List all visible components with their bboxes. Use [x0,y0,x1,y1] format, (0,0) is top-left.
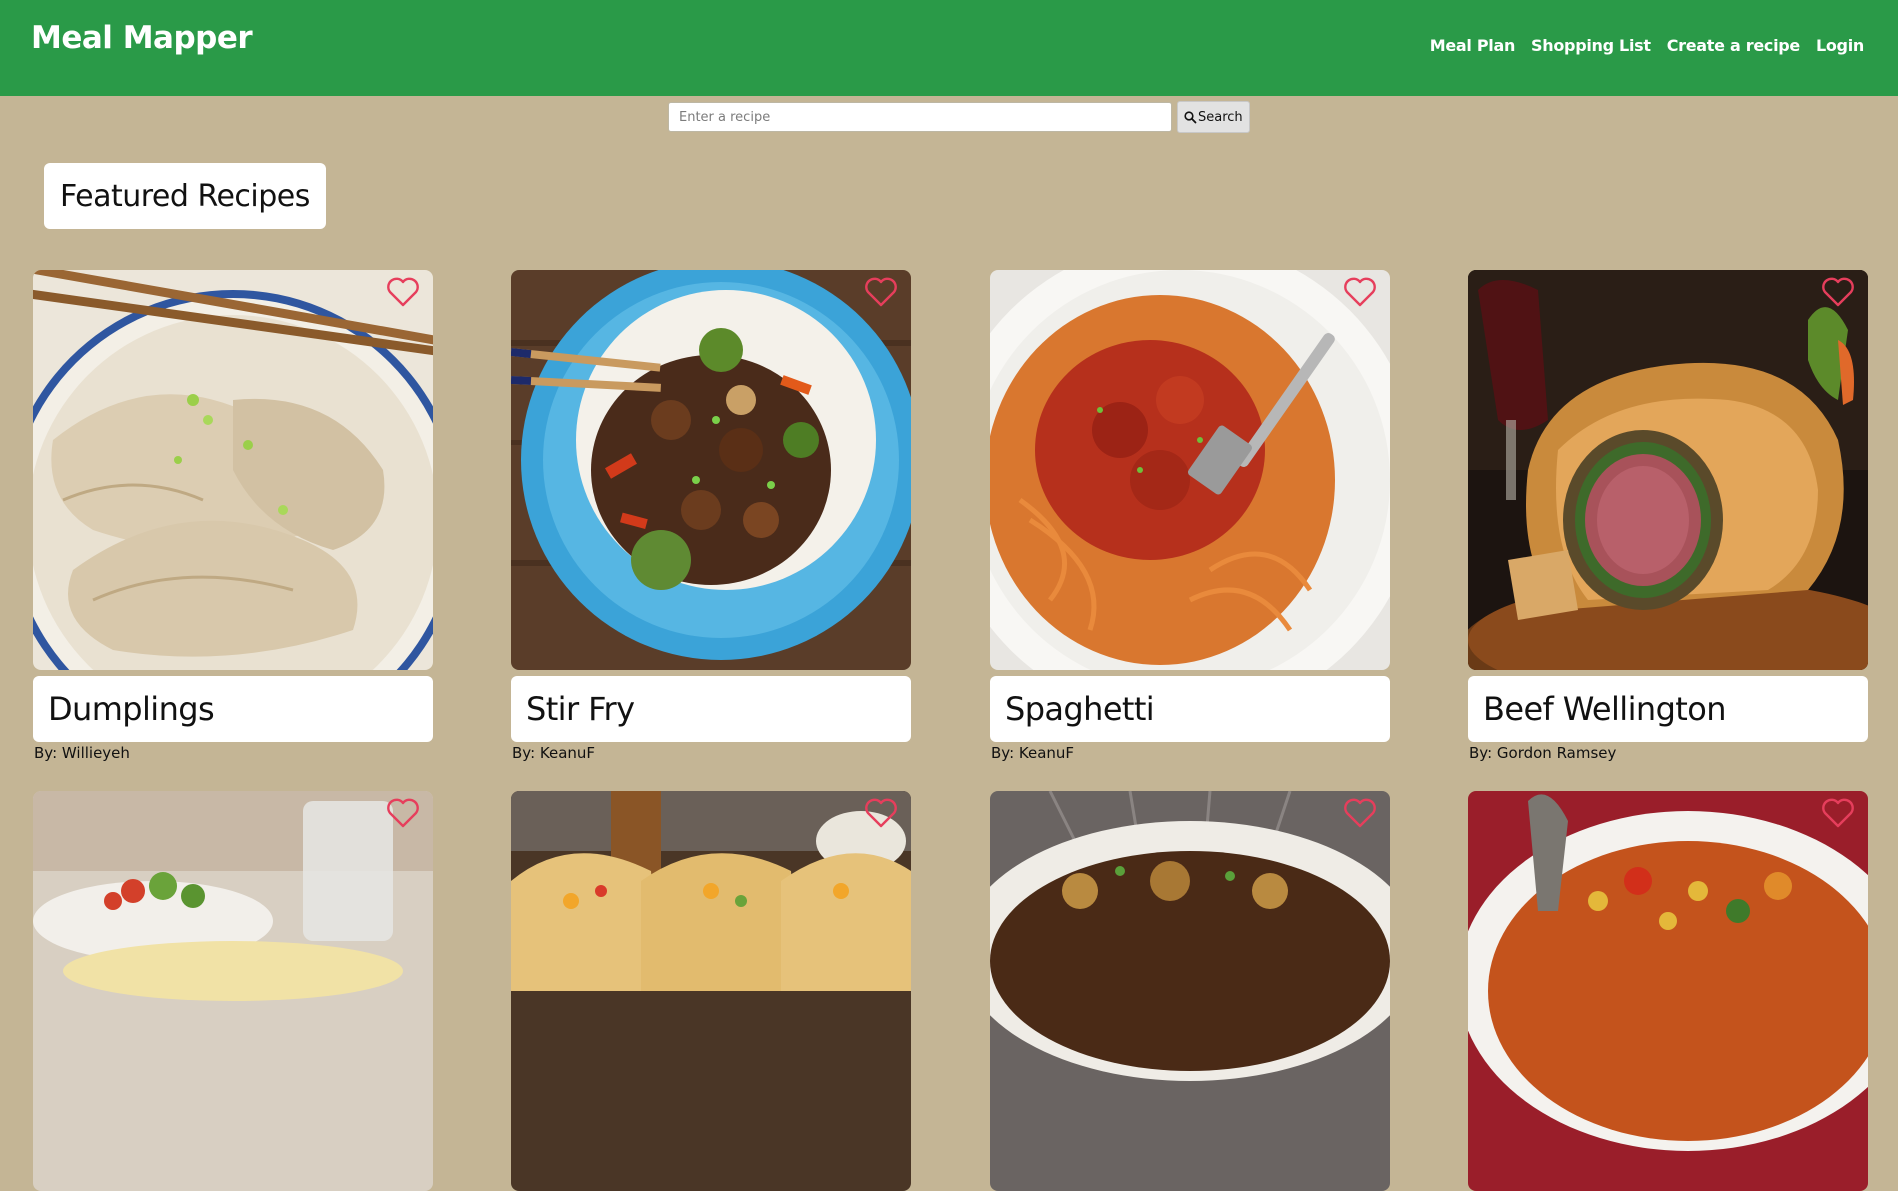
search-bar: Search [668,101,1250,133]
recipe-image[interactable] [511,791,911,1191]
recipe-card[interactable] [1468,791,1868,1191]
recipe-image[interactable] [33,791,433,1191]
recipe-title[interactable]: Beef Wellington [1468,676,1868,742]
recipe-card[interactable]: Stir Fry By: KeanuF [511,270,911,762]
favorite-heart-icon[interactable] [385,795,421,831]
favorite-heart-icon[interactable] [1342,795,1378,831]
recipe-image[interactable] [511,270,911,670]
recipe-title[interactable]: Spaghetti [990,676,1390,742]
recipe-image[interactable] [1468,791,1868,1191]
favorite-heart-icon[interactable] [1820,795,1856,831]
favorite-heart-icon[interactable] [1820,274,1856,310]
search-button-label: Search [1198,109,1243,125]
recipe-photo [33,791,433,1191]
navbar: Meal Mapper Meal Plan Shopping List Crea… [0,0,1898,96]
recipe-card[interactable] [990,791,1390,1191]
recipe-image[interactable] [1468,270,1868,670]
recipe-photo [990,791,1390,1191]
search-input[interactable] [668,102,1172,132]
recipe-card[interactable] [511,791,911,1191]
recipe-image[interactable] [990,791,1390,1191]
nav-links: Meal Plan Shopping List Create a recipe … [1430,36,1865,55]
dumplings-photo [33,270,433,670]
recipe-author: By: KeanuF [512,744,596,762]
recipe-card[interactable]: Beef Wellington By: Gordon Ramsey [1468,270,1868,762]
favorite-heart-icon[interactable] [863,795,899,831]
favorite-heart-icon[interactable] [385,274,421,310]
recipe-author: By: Gordon Ramsey [1469,744,1617,762]
nav-shopping-list[interactable]: Shopping List [1531,36,1651,55]
nav-meal-plan[interactable]: Meal Plan [1430,36,1516,55]
brand-logo[interactable]: Meal Mapper [31,20,253,56]
recipe-card[interactable] [33,791,433,1191]
recipe-title[interactable]: Stir Fry [511,676,911,742]
favorite-heart-icon[interactable] [1342,274,1378,310]
recipe-card[interactable]: Spaghetti By: KeanuF [990,270,1390,762]
nav-create-recipe[interactable]: Create a recipe [1667,36,1801,55]
recipe-card[interactable]: Dumplings By: Willieyeh [33,270,433,762]
recipe-title[interactable]: Dumplings [33,676,433,742]
recipe-photo [511,791,911,1191]
recipe-image[interactable] [33,270,433,670]
beef-wellington-photo [1468,270,1868,670]
stir-fry-photo [511,270,911,670]
spaghetti-photo [990,270,1390,670]
recipe-image[interactable] [990,270,1390,670]
recipe-author: By: Willieyeh [34,744,130,762]
featured-recipes-heading: Featured Recipes [44,163,326,229]
recipe-author: By: KeanuF [991,744,1075,762]
recipe-photo [1468,791,1868,1191]
search-icon [1184,110,1197,123]
search-button[interactable]: Search [1177,101,1250,133]
favorite-heart-icon[interactable] [863,274,899,310]
nav-login[interactable]: Login [1816,36,1864,55]
